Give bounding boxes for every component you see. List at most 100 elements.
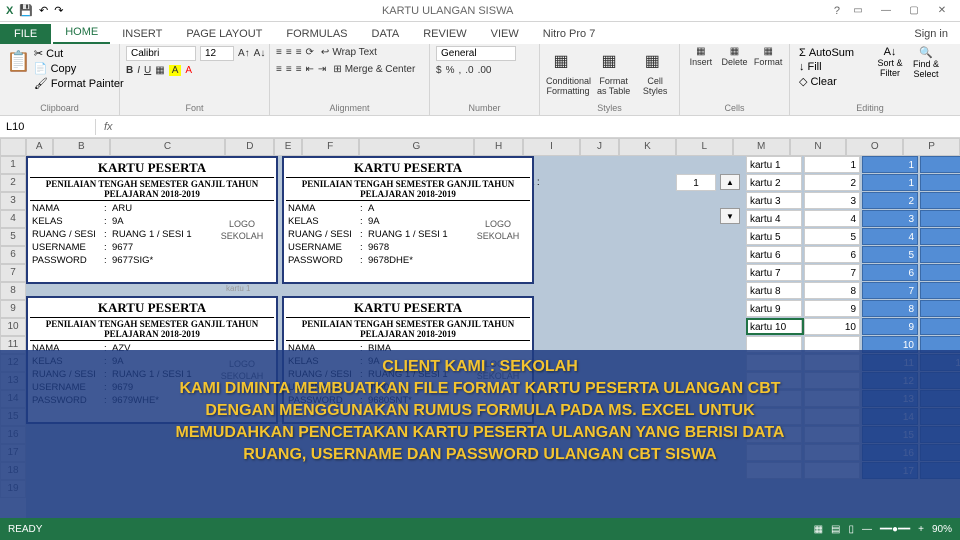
row-header-8[interactable]: 8 (0, 282, 26, 300)
insert-cells-button[interactable]: ▦Insert (686, 46, 716, 67)
cell-L1[interactable]: kartu 1 (746, 156, 802, 173)
italic-button[interactable]: I (137, 65, 140, 76)
row-header-3[interactable]: 3 (0, 192, 26, 210)
tab-data[interactable]: DATA (360, 24, 412, 44)
cell-N7[interactable]: 6 (862, 264, 918, 281)
cell-O7[interactable]: 51 (920, 264, 960, 281)
zoom-in-icon[interactable]: + (918, 524, 924, 535)
cell-N5[interactable]: 4 (862, 228, 918, 245)
font-selector[interactable] (126, 46, 196, 61)
cell-M7[interactable]: 7 (804, 264, 860, 281)
inc-decimal-icon[interactable]: .0 (465, 65, 473, 76)
col-header-P[interactable]: P (903, 138, 960, 156)
col-header-K[interactable]: K (619, 138, 676, 156)
cell-L4[interactable]: kartu 4 (746, 210, 802, 227)
col-header-I[interactable]: I (523, 138, 580, 156)
cell-N4[interactable]: 3 (862, 210, 918, 227)
cut-button[interactable]: ✂ Cut (31, 46, 127, 61)
zoom-slider[interactable]: ━━●━━ (880, 524, 910, 535)
orientation-icon[interactable]: ⟳ (306, 47, 314, 58)
cell-M9[interactable]: 9 (804, 300, 860, 317)
cell-O9[interactable]: 71 (920, 300, 960, 317)
zoom-out-icon[interactable]: — (862, 524, 872, 535)
align-right-icon[interactable]: ≡ (296, 64, 302, 75)
cell-L3[interactable]: kartu 3 (746, 192, 802, 209)
col-header-C[interactable]: C (110, 138, 226, 156)
indent-dec-icon[interactable]: ⇤ (306, 64, 314, 75)
cell-O5[interactable]: 31 (920, 228, 960, 245)
currency-icon[interactable]: $ (436, 65, 442, 76)
merge-button[interactable]: ⊞ Merge & Center (330, 63, 418, 76)
cell-L9[interactable]: kartu 9 (746, 300, 802, 317)
row-header-7[interactable]: 7 (0, 264, 26, 282)
cell-O6[interactable]: 41 (920, 246, 960, 263)
cell-M5[interactable]: 5 (804, 228, 860, 245)
spinner-down[interactable]: ▼ (720, 208, 740, 224)
decrease-font-icon[interactable]: A↓ (254, 48, 266, 59)
fill-button[interactable]: ↓ Fill (796, 60, 872, 74)
col-header-A[interactable]: A (26, 138, 53, 156)
percent-icon[interactable]: % (446, 65, 455, 76)
col-header-H[interactable]: H (474, 138, 523, 156)
find-select-button[interactable]: 🔍Find & Select (908, 46, 944, 89)
paste-icon[interactable]: 📋 (6, 46, 31, 76)
wrap-text-button[interactable]: ↩ Wrap Text (318, 46, 380, 59)
tab-pagelayout[interactable]: PAGE LAYOUT (174, 24, 274, 44)
cell-N3[interactable]: 2 (862, 192, 918, 209)
col-header-M[interactable]: M (733, 138, 790, 156)
cell-N2[interactable]: 1 (862, 174, 918, 191)
cell-O3[interactable]: 11 (920, 192, 960, 209)
row-header-2[interactable]: 2 (0, 174, 26, 192)
fill-color-icon[interactable]: A (169, 65, 182, 76)
cell-L7[interactable]: kartu 7 (746, 264, 802, 281)
cell-N6[interactable]: 5 (862, 246, 918, 263)
cell-L2[interactable]: kartu 2 (746, 174, 802, 191)
align-left-icon[interactable]: ≡ (276, 64, 282, 75)
format-cells-button[interactable]: ▦Format (753, 46, 783, 67)
redo-icon[interactable]: ↷ (54, 4, 63, 17)
col-header-E[interactable]: E (274, 138, 301, 156)
col-header-L[interactable]: L (676, 138, 733, 156)
signin-link[interactable]: Sign in (902, 24, 960, 44)
hal-value[interactable]: 1 (676, 174, 716, 191)
view-layout-icon[interactable]: ▤ (831, 524, 840, 535)
cell-M8[interactable]: 8 (804, 282, 860, 299)
col-header-B[interactable]: B (53, 138, 110, 156)
tab-nitro[interactable]: Nitro Pro 7 (531, 24, 608, 44)
row-header-4[interactable]: 4 (0, 210, 26, 228)
align-bot-icon[interactable]: ≡ (296, 47, 302, 58)
name-box[interactable]: L10 (0, 119, 96, 135)
font-color-icon[interactable]: A (185, 65, 192, 76)
cell-N1[interactable]: 1 (862, 156, 918, 173)
comma-icon[interactable]: , (458, 65, 461, 76)
cell-M2[interactable]: 2 (804, 174, 860, 191)
tab-review[interactable]: REVIEW (411, 24, 478, 44)
format-painter-button[interactable]: 🖌 Format Painter (31, 76, 127, 91)
cell-styles-button[interactable]: ▦ Cell Styles (637, 46, 673, 96)
col-header-J[interactable]: J (580, 138, 619, 156)
copy-button[interactable]: 📄 Copy (31, 61, 127, 76)
conditional-formatting-button[interactable]: ▦ Conditional Formatting (546, 46, 590, 96)
cell-O2[interactable]: 1 (920, 174, 960, 191)
spinner-up[interactable]: ▲ (720, 174, 740, 190)
font-size-selector[interactable] (200, 46, 234, 61)
sort-filter-button[interactable]: A↓Sort & Filter (872, 46, 908, 89)
cell-N9[interactable]: 8 (862, 300, 918, 317)
cell-L5[interactable]: kartu 5 (746, 228, 802, 245)
tab-home[interactable]: HOME (53, 22, 110, 44)
cell-N10[interactable]: 9 (862, 318, 918, 335)
view-break-icon[interactable]: ▯ (849, 524, 855, 535)
underline-button[interactable]: U (144, 65, 151, 76)
active-cell[interactable] (746, 318, 804, 335)
format-as-table-button[interactable]: ▦ Format as Table (594, 46, 633, 96)
cell-M3[interactable]: 3 (804, 192, 860, 209)
col-header-G[interactable]: G (359, 138, 475, 156)
col-header-O[interactable]: O (846, 138, 903, 156)
undo-icon[interactable]: ↶ (39, 4, 48, 17)
maximize-icon[interactable]: ▢ (904, 4, 924, 18)
row-header-6[interactable]: 6 (0, 246, 26, 264)
ribbon-toggle-icon[interactable]: ▭ (848, 4, 868, 18)
col-header-D[interactable]: D (225, 138, 274, 156)
view-normal-icon[interactable]: ▦ (814, 524, 823, 535)
minimize-icon[interactable]: — (876, 4, 896, 18)
